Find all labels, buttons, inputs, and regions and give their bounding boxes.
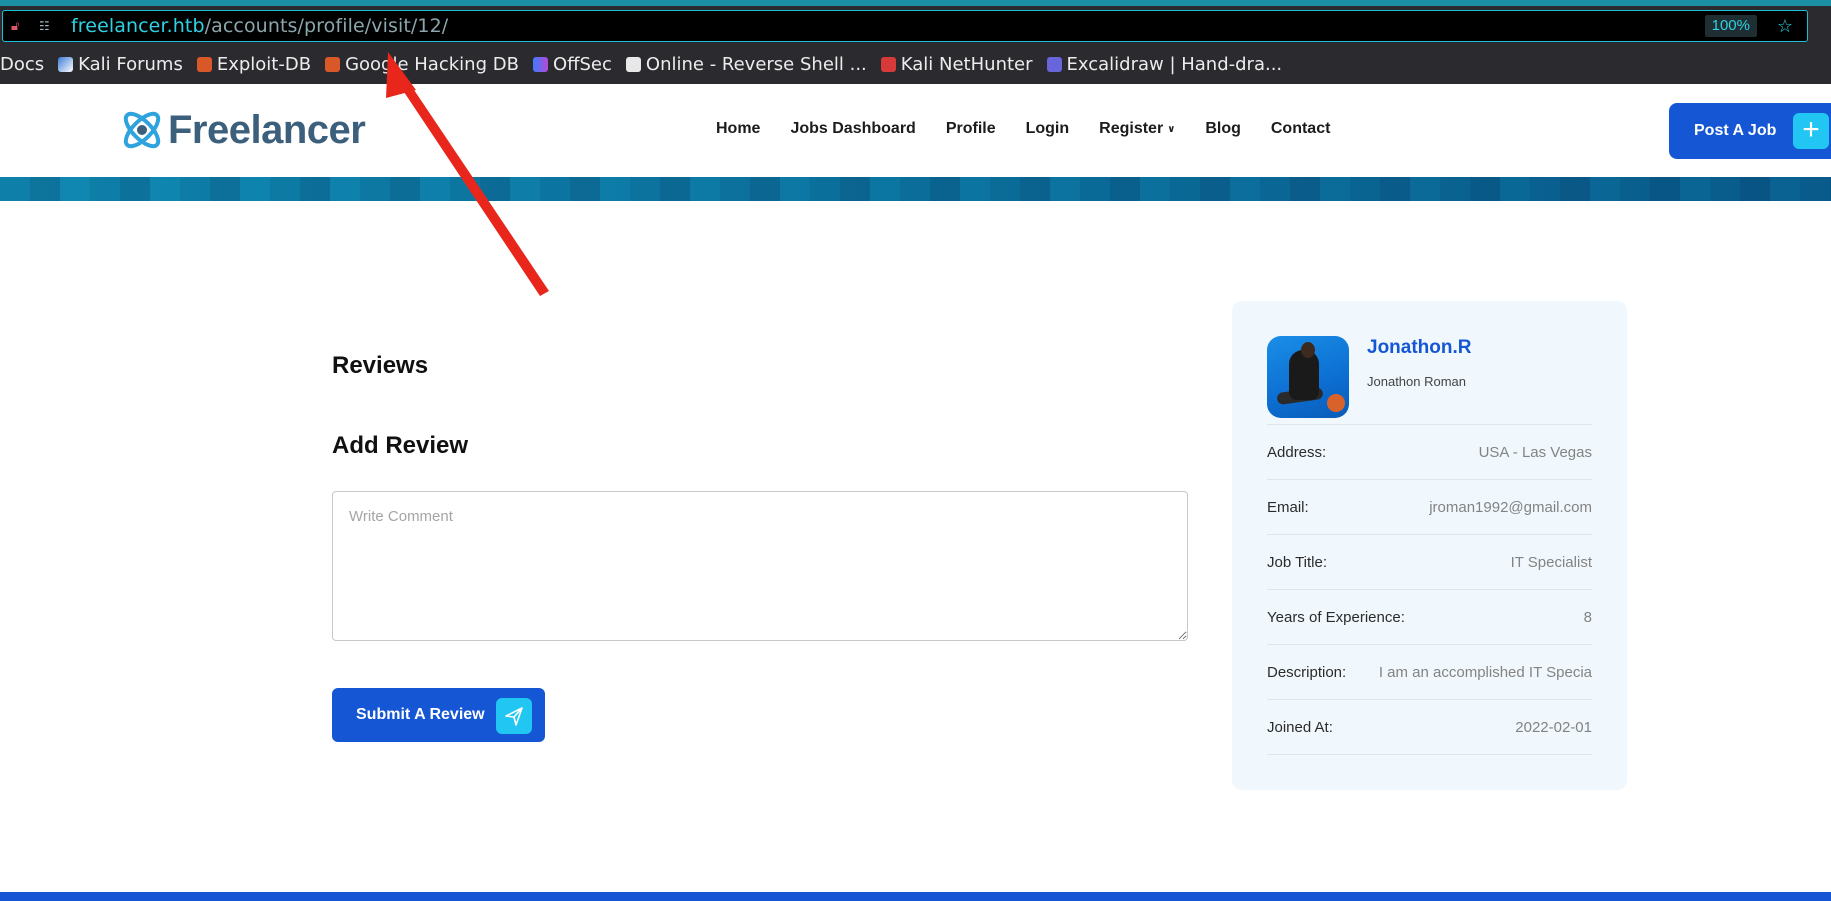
profile-row-description: Description: I am an accomplished IT Spe… [1267, 644, 1592, 699]
excalidraw-icon [1046, 56, 1062, 72]
nav-contact[interactable]: Contact [1271, 120, 1331, 138]
url-text[interactable]: freelancer.htb/accounts/profile/visit/12… [71, 15, 448, 37]
bookmark-label: Kali Forums [78, 53, 183, 75]
profile-username: Jonathon.R [1367, 337, 1472, 358]
row-value: USA - Las Vegas [1478, 443, 1592, 461]
avatar-detail [1289, 350, 1319, 400]
address-bar[interactable]: 🔓︎ ☷ freelancer.htb/accounts/profile/vis… [2, 10, 1808, 42]
nav-register[interactable]: Register ∨ [1099, 120, 1175, 138]
profile-row-joined: Joined At: 2022-02-01 [1267, 699, 1592, 754]
chevron-down-icon: ∨ [1167, 123, 1176, 135]
nethunter-icon [880, 56, 896, 72]
post-a-job-label: Post A Job [1694, 122, 1777, 139]
profile-row-address: Address: USA - Las Vegas [1267, 424, 1592, 479]
nav-home[interactable]: Home [716, 120, 760, 138]
bookmark-google-hacking-db[interactable]: Google Hacking DB [325, 54, 519, 75]
profile-row-experience: Years of Experience: 8 [1267, 589, 1592, 644]
submit-review-label: Submit A Review [356, 706, 485, 723]
bookmark-label: Kali NetHunter [900, 53, 1033, 75]
bookmark-reverse-shell[interactable]: Online - Reverse Shell ... [625, 53, 867, 75]
card-divider [1267, 754, 1592, 755]
permissions-icon[interactable]: ☷ [39, 18, 55, 34]
nav-jobs-dashboard[interactable]: Jobs Dashboard [790, 120, 915, 138]
nav-profile[interactable]: Profile [946, 120, 996, 138]
row-key: Address: [1267, 443, 1327, 461]
bookmarks-bar: Docs Kali Forums Exploit-DB Google Hacki… [0, 50, 1296, 78]
kali-icon [58, 56, 74, 72]
zoom-level[interactable]: 100% [1704, 15, 1757, 37]
row-value: 2022-02-01 [1515, 718, 1592, 736]
page-banner [0, 177, 1831, 201]
footer-bar [0, 892, 1831, 901]
site-header: Freelancer Home Jobs Dashboard Profile L… [0, 84, 1831, 177]
profile-row-job-title: Job Title: IT Specialist [1267, 534, 1592, 589]
row-key: Joined At: [1267, 718, 1333, 736]
row-key: Email: [1267, 498, 1309, 516]
lock-icon[interactable]: 🔓︎ [11, 18, 27, 34]
avatar-detail [1301, 342, 1315, 358]
bookmark-label: Online - Reverse Shell ... [645, 53, 867, 75]
nav-blog[interactable]: Blog [1205, 120, 1241, 138]
nav-register-label: Register [1099, 120, 1164, 137]
url-host: freelancer.htb [71, 15, 205, 37]
bookmark-exploit-db[interactable]: Exploit-DB [196, 53, 312, 75]
browser-top-stripe [0, 0, 1831, 6]
row-key: Years of Experience: [1267, 608, 1405, 626]
bookmark-offsec[interactable]: OffSec [532, 53, 612, 75]
row-value: I am an accomplished IT Specia [1378, 663, 1592, 681]
bookmark-kali-nethunter[interactable]: Kali NetHunter [880, 53, 1033, 75]
bookmark-label: Google Hacking DB [345, 53, 519, 75]
row-value: 8 [1583, 608, 1592, 626]
row-value: jroman1992@gmail.com [1429, 498, 1592, 516]
bookmark-label: Docs [0, 53, 45, 75]
bookmark-star-icon[interactable]: ☆ [1777, 16, 1793, 36]
bookmark-docs[interactable]: Docs [0, 54, 44, 75]
send-icon [496, 698, 532, 734]
logo-icon [123, 111, 161, 149]
profile-full-name: Jonathon Roman [1367, 374, 1467, 389]
exploitdb-icon [196, 56, 212, 72]
reviews-heading: Reviews [332, 352, 429, 379]
add-review-heading: Add Review [332, 432, 469, 459]
post-a-job-button[interactable]: Post A Job + [1669, 103, 1831, 159]
skull-icon [625, 56, 641, 72]
main-nav: Home Jobs Dashboard Profile Login Regist… [716, 120, 1360, 138]
url-path: /accounts/profile/visit/12/ [204, 15, 449, 37]
avatar-detail [1327, 394, 1345, 412]
comment-textarea[interactable] [332, 491, 1188, 641]
row-value: IT Specialist [1510, 553, 1592, 571]
offsec-icon [532, 56, 548, 72]
profile-row-email: Email: jroman1992@gmail.com [1267, 479, 1592, 534]
bookmark-label: Exploit-DB [216, 53, 312, 75]
row-key: Description: [1267, 663, 1347, 681]
exploitdb-icon [325, 56, 341, 72]
submit-review-button[interactable]: Submit A Review [332, 688, 545, 742]
bookmark-label: OffSec [552, 53, 612, 75]
bookmark-label: Excalidraw | Hand-dra... [1066, 53, 1283, 75]
nav-login[interactable]: Login [1026, 120, 1070, 138]
profile-card: Jonathon.R Jonathon Roman Address: USA -… [1232, 301, 1627, 790]
bookmark-excalidraw[interactable]: Excalidraw | Hand-dra... [1046, 53, 1283, 75]
avatar [1267, 336, 1349, 418]
bookmark-kali-forums[interactable]: Kali Forums [58, 54, 183, 75]
row-key: Job Title: [1267, 553, 1328, 571]
site-logo[interactable]: Freelancer [118, 106, 366, 154]
plus-icon: + [1793, 113, 1829, 149]
logo-text: Freelancer [168, 107, 366, 152]
